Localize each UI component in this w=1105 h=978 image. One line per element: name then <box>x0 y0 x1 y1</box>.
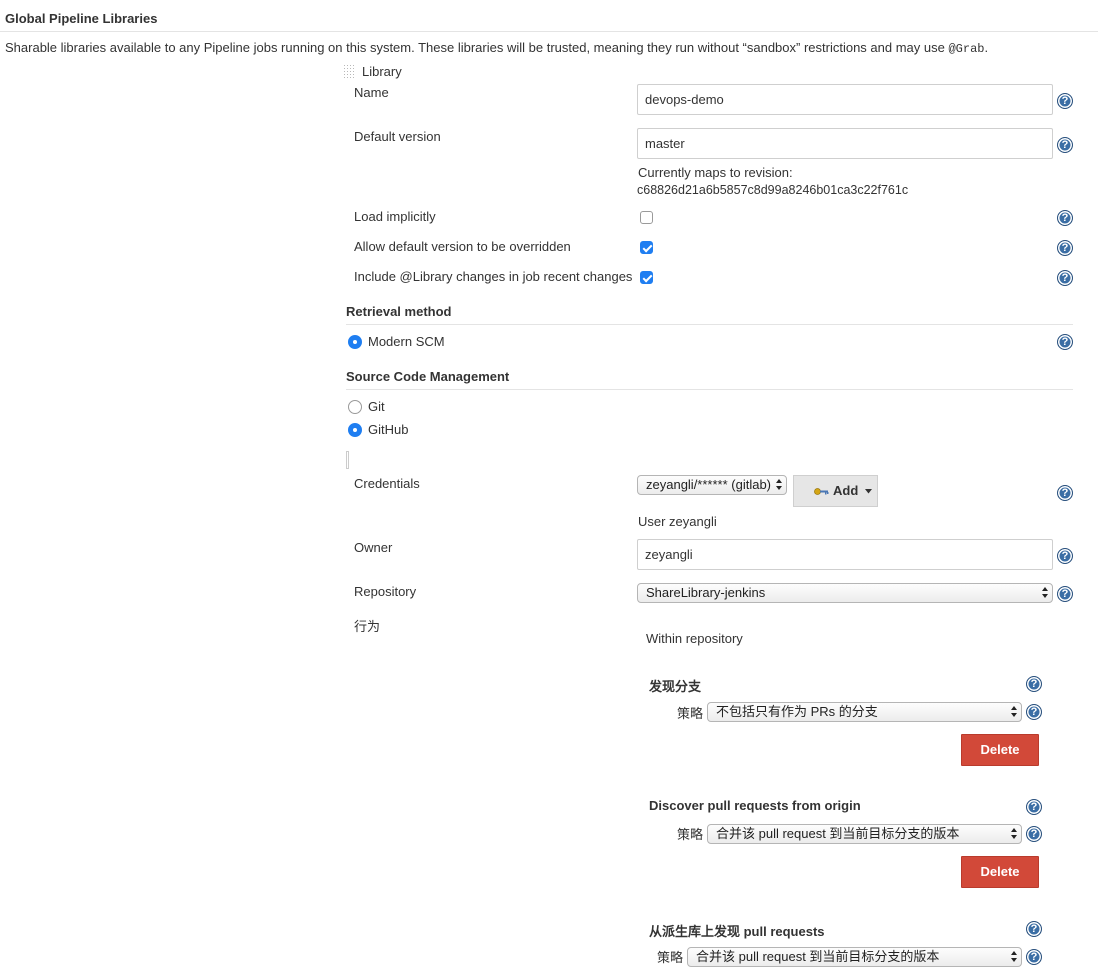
behavior-discover-prs-origin-title: Discover pull requests from origin <box>649 798 861 813</box>
discover-prs-origin-delete-button[interactable]: Delete <box>961 856 1039 888</box>
discover-prs-origin-strategy-select[interactable]: 合并该 pull request 到当前目标分支的版本 <box>707 824 1022 844</box>
allow-override-checkbox[interactable] <box>640 241 653 254</box>
revision-label: Currently maps to revision: <box>638 165 793 180</box>
strategy-label: 策略 <box>677 827 704 842</box>
key-icon <box>814 488 829 495</box>
grab-code: @Grab <box>948 42 985 56</box>
credentials-selected: zeyangli/****** (gitlab) <box>646 477 772 492</box>
header-description: Sharable libraries available to any Pipe… <box>5 40 988 56</box>
discover-prs-forks-help-icon[interactable]: ? <box>1026 921 1042 937</box>
discover-branches-strategy-select[interactable]: 不包括只有作为 PRs 的分支 <box>707 702 1022 722</box>
owner-help-icon[interactable]: ? <box>1057 548 1073 564</box>
behavior-discover-prs-forks-title: 从派生库上发现 pull requests <box>649 924 825 939</box>
modern-scm-radio[interactable] <box>348 335 362 349</box>
discover-prs-origin-strategy-help-icon[interactable]: ? <box>1026 826 1042 842</box>
scm-divider <box>346 389 1073 390</box>
github-section-handle <box>346 451 349 469</box>
repository-label: Repository <box>354 584 417 599</box>
discover-prs-forks-strategy-select[interactable]: 合并该 pull request 到当前目标分支的版本 <box>687 947 1022 967</box>
include-changes-label: Include @Library changes in job recent c… <box>354 269 633 284</box>
add-button-label: Add <box>833 483 859 498</box>
name-input[interactable] <box>637 84 1053 115</box>
retrieval-help-icon[interactable]: ? <box>1057 334 1073 350</box>
repository-select[interactable]: ShareLibrary-jenkins <box>637 583 1053 603</box>
drag-handle-icon[interactable] <box>344 65 355 79</box>
include-changes-help-icon[interactable]: ? <box>1057 270 1073 286</box>
revision-hash: c68826d21a6b5857c8d99a8246b01ca3c22f761c <box>637 183 909 197</box>
strategy-selected: 不包括只有作为 PRs 的分支 <box>716 704 878 719</box>
discover-branches-help-icon[interactable]: ? <box>1026 676 1042 692</box>
load-implicitly-help-icon[interactable]: ? <box>1057 210 1073 226</box>
credentials-label: Credentials <box>354 476 420 491</box>
credentials-help-icon[interactable]: ? <box>1057 485 1073 501</box>
github-label: GitHub <box>368 422 409 437</box>
allow-override-help-icon[interactable]: ? <box>1057 240 1073 256</box>
default-version-help-icon[interactable]: ? <box>1057 137 1073 153</box>
behavior-discover-branches-title: 发现分支 <box>649 679 702 694</box>
discover-branches-delete-button[interactable]: Delete <box>961 734 1039 766</box>
strategy-label: 策略 <box>677 706 704 721</box>
select-arrows-icon <box>1010 704 1018 720</box>
discover-branches-strategy-help-icon[interactable]: ? <box>1026 704 1042 720</box>
repository-selected: ShareLibrary-jenkins <box>646 585 766 600</box>
owner-input[interactable] <box>637 539 1053 570</box>
discover-prs-origin-help-icon[interactable]: ? <box>1026 799 1042 815</box>
allow-override-label: Allow default version to be overridden <box>354 239 571 254</box>
header-divider <box>0 31 1098 32</box>
default-version-label: Default version <box>354 129 441 144</box>
owner-label: Owner <box>354 540 393 555</box>
include-changes-checkbox[interactable] <box>640 271 653 284</box>
default-version-input[interactable] <box>637 128 1053 159</box>
behaviors-label: 行为 <box>354 619 381 634</box>
credentials-select[interactable]: zeyangli/****** (gitlab) <box>637 475 787 495</box>
library-header-label: Library <box>362 64 402 79</box>
retrieval-divider <box>346 324 1073 325</box>
add-credentials-button[interactable]: Add <box>793 475 878 507</box>
select-arrows-icon <box>1010 826 1018 842</box>
git-label: Git <box>368 399 385 414</box>
strategy-selected: 合并该 pull request 到当前目标分支的版本 <box>716 826 960 841</box>
description-text: Sharable libraries available to any Pipe… <box>5 40 949 55</box>
load-implicitly-checkbox[interactable] <box>640 211 653 224</box>
load-implicitly-label: Load implicitly <box>354 209 436 224</box>
select-arrows-icon <box>775 477 783 493</box>
within-repository-label: Within repository <box>646 631 743 646</box>
retrieval-method-title: Retrieval method <box>346 304 452 319</box>
select-arrows-icon <box>1010 949 1018 965</box>
github-radio[interactable] <box>348 423 362 437</box>
repository-help-icon[interactable]: ? <box>1057 586 1073 602</box>
git-radio[interactable] <box>348 400 362 414</box>
name-label: Name <box>354 85 389 100</box>
scm-title: Source Code Management <box>346 369 510 384</box>
name-help-icon[interactable]: ? <box>1057 93 1073 109</box>
credentials-user-text: User zeyangli <box>638 514 717 529</box>
section-title-global-pipeline-libraries: Global Pipeline Libraries <box>5 11 158 26</box>
description-end: . <box>984 40 989 55</box>
select-arrows-icon <box>1041 585 1049 601</box>
strategy-selected: 合并该 pull request 到当前目标分支的版本 <box>696 949 940 964</box>
modern-scm-label: Modern SCM <box>368 334 445 349</box>
chevron-down-icon <box>864 489 872 494</box>
strategy-label: 策略 <box>657 950 684 965</box>
discover-prs-forks-strategy-help-icon[interactable]: ? <box>1026 949 1042 965</box>
